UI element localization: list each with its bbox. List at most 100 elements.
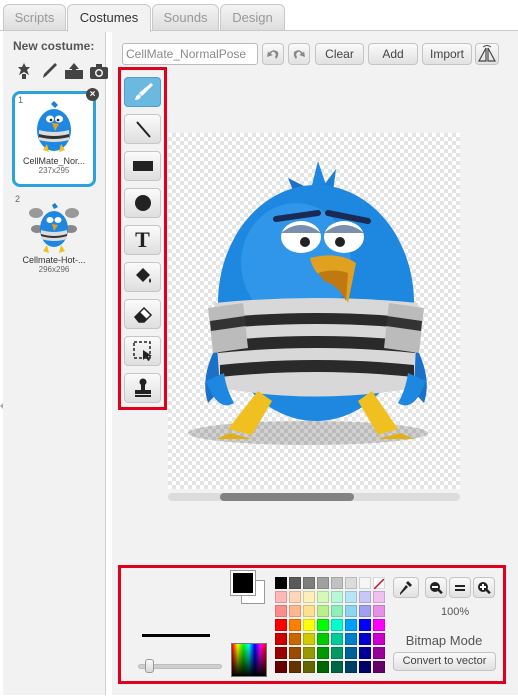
costume-name-input[interactable]: CellMate_NormalPose [122, 43, 258, 65]
palette-color-swatch[interactable] [345, 661, 357, 673]
palette-color-swatch[interactable] [345, 591, 357, 603]
brush-icon [134, 83, 153, 100]
palette-color-swatch[interactable] [289, 661, 301, 673]
palette-color-swatch[interactable] [331, 577, 343, 589]
flip-button[interactable] [475, 43, 499, 65]
color-gradient-picker[interactable] [231, 643, 267, 677]
undo-button[interactable] [262, 43, 284, 65]
palette-color-swatch[interactable] [303, 633, 315, 645]
camera-icon[interactable] [88, 61, 109, 81]
palette-color-swatch[interactable] [359, 633, 371, 645]
palette-color-swatch[interactable] [289, 633, 301, 645]
redo-button[interactable] [288, 43, 310, 65]
palette-color-swatch[interactable] [373, 619, 385, 631]
palette-color-swatch[interactable] [345, 577, 357, 589]
convert-to-vector-button[interactable]: Convert to vector [393, 652, 496, 671]
delete-costume-icon[interactable]: × [86, 88, 99, 101]
ellipse-tool[interactable] [124, 188, 161, 218]
palette-color-swatch[interactable] [345, 619, 357, 631]
costume-item-1[interactable]: 1 × CellMate_Nor... 237x295 [12, 88, 99, 187]
choose-from-library-icon[interactable] [13, 61, 34, 81]
palette-color-swatch[interactable] [373, 633, 385, 645]
palette-color-swatch[interactable] [345, 633, 357, 645]
tab-design[interactable]: Design [220, 4, 285, 31]
eyedropper-icon [400, 580, 412, 595]
zoom-reset-button[interactable] [449, 577, 471, 598]
scrollbar-thumb[interactable] [220, 493, 354, 501]
palette-color-swatch[interactable] [275, 661, 287, 673]
palette-color-swatch[interactable] [303, 661, 315, 673]
paint-canvas[interactable] [168, 133, 460, 489]
fill-tool[interactable] [124, 262, 161, 292]
palette-color-swatch[interactable] [345, 647, 357, 659]
select-tool[interactable] [124, 336, 161, 366]
palette-color-swatch[interactable] [359, 591, 371, 603]
palette-color-swatch[interactable] [331, 633, 343, 645]
tab-sounds[interactable]: Sounds [152, 4, 219, 31]
palette-color-swatch[interactable] [289, 591, 301, 603]
paint-brush-icon[interactable] [38, 61, 59, 81]
primary-color-swatch[interactable] [230, 570, 256, 596]
add-button[interactable]: Add [368, 43, 418, 65]
palette-color-swatch[interactable] [303, 647, 315, 659]
palette-color-swatch[interactable] [345, 605, 357, 617]
palette-color-swatch[interactable] [331, 661, 343, 673]
palette-color-swatch[interactable] [317, 633, 329, 645]
palette-color-swatch[interactable] [359, 605, 371, 617]
palette-color-swatch[interactable] [317, 647, 329, 659]
palette-color-swatch[interactable] [275, 605, 287, 617]
upload-icon[interactable] [63, 61, 84, 81]
palette-color-swatch[interactable] [373, 591, 385, 603]
editor-mode-label: Bitmap Mode [405, 633, 483, 648]
canvas-horizontal-scrollbar[interactable] [168, 493, 460, 501]
palette-color-swatch[interactable] [275, 619, 287, 631]
clear-button[interactable]: Clear [315, 43, 364, 65]
line-icon [135, 121, 151, 138]
palette-color-swatch[interactable] [275, 633, 287, 645]
palette-color-swatch[interactable] [331, 619, 343, 631]
zoom-in-button[interactable] [473, 577, 495, 598]
rectangle-tool[interactable] [124, 151, 161, 181]
palette-color-swatch[interactable] [331, 605, 343, 617]
transparent-color-swatch[interactable] [373, 577, 385, 590]
palette-color-swatch[interactable] [289, 577, 301, 589]
palette-color-swatch[interactable] [331, 647, 343, 659]
tab-costumes[interactable]: Costumes [67, 4, 151, 32]
palette-color-swatch[interactable] [359, 577, 371, 589]
palette-color-swatch[interactable] [317, 661, 329, 673]
palette-color-swatch[interactable] [317, 619, 329, 631]
brush-tool[interactable] [124, 77, 161, 107]
palette-color-swatch[interactable] [359, 661, 371, 673]
stroke-width-slider-knob[interactable] [145, 659, 154, 673]
line-tool[interactable] [124, 114, 161, 144]
import-button[interactable]: Import [422, 43, 472, 65]
palette-color-swatch[interactable] [317, 605, 329, 617]
palette-color-swatch[interactable] [373, 661, 385, 673]
palette-color-swatch[interactable] [289, 647, 301, 659]
text-tool[interactable]: T [124, 225, 161, 255]
palette-color-swatch[interactable] [359, 647, 371, 659]
palette-color-swatch[interactable] [275, 647, 287, 659]
palette-color-swatch[interactable] [317, 577, 329, 589]
text-icon: T [135, 227, 150, 252]
palette-color-swatch[interactable] [373, 647, 385, 659]
palette-color-swatch[interactable] [303, 591, 315, 603]
palette-color-swatch[interactable] [331, 591, 343, 603]
palette-color-swatch[interactable] [275, 577, 287, 589]
costume-item-2[interactable]: 2 Cellmate-Hot-... 296x296 [12, 193, 96, 283]
zoom-out-button[interactable] [425, 577, 447, 598]
palette-color-swatch[interactable] [303, 605, 315, 617]
eyedropper-button[interactable] [393, 577, 419, 598]
palette-color-swatch[interactable] [275, 591, 287, 603]
palette-color-swatch[interactable] [303, 577, 315, 589]
palette-color-swatch[interactable] [289, 619, 301, 631]
palette-color-swatch[interactable] [289, 605, 301, 617]
eraser-tool[interactable] [124, 299, 161, 329]
palette-color-swatch[interactable] [303, 619, 315, 631]
stamp-tool[interactable] [124, 373, 161, 403]
tab-bar: Scripts Costumes Sounds Design [0, 0, 518, 32]
palette-color-swatch[interactable] [359, 619, 371, 631]
palette-color-swatch[interactable] [317, 591, 329, 603]
tab-scripts[interactable]: Scripts [3, 4, 66, 31]
palette-color-swatch[interactable] [373, 605, 385, 617]
